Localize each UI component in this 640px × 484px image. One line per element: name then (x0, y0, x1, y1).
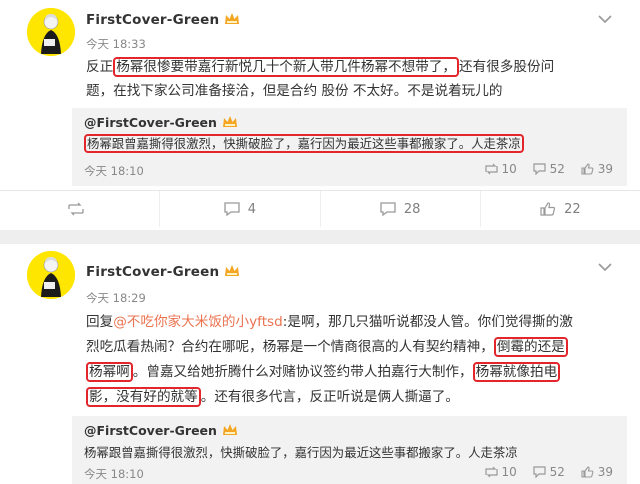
repost-username[interactable]: @FirstCover-Green (84, 423, 238, 438)
post-1: FirstCover-Green 今天 18:33 反正 杨幂很惨要带嘉行新悦几十… (0, 0, 640, 230)
repost-time[interactable]: 今天 18:10 (84, 466, 144, 482)
repost-stats: 10 52 39 (473, 162, 628, 176)
vip-badge-icon (225, 265, 240, 276)
like-count-button[interactable]: 39 (581, 465, 613, 479)
text-segment: 题，在找下家公司准备接洽，但是合约 股份 不太好。不是说着玩儿的 (86, 83, 503, 99)
repost-button[interactable] (0, 191, 159, 227)
like-count-button[interactable]: 39 (581, 162, 613, 176)
repost-card[interactable]: @FirstCover-Green 杨幂跟曾嘉撕得很激烈，快撕破脸了，嘉行因为最… (72, 108, 627, 186)
repost-count-button[interactable]: 10 (484, 465, 517, 479)
text-segment: :是啊，那几只猫听说都没人管。你们觉得撕的激 (282, 314, 573, 330)
post-text: 反正 杨幂很惨要带嘉行新悦几十个新人带几件杨幂不想带了， 还有很多股份问题，在找下家… (86, 55, 616, 103)
post-time[interactable]: 今天 18:33 (86, 36, 146, 52)
repost-time[interactable]: 今天 18:10 (84, 163, 144, 179)
highlight-box: 杨幂跟曾嘉撕得很激烈，快撕破脸了，嘉行因为最近这些事都搬家了。人走茶凉 (84, 134, 524, 153)
text-segment: 烈吃瓜看热闹？合约在哪呢，杨幂是一个情商很高的人有契约精神， (86, 339, 494, 355)
post-text: 回复@不吃你家大米饭的小yftsd:是啊，那几只猫听说都没人管。你们觉得撕的激烈… (86, 310, 616, 410)
vip-badge-icon (225, 13, 240, 24)
comment-icon (533, 466, 546, 479)
repost-username-label[interactable]: @FirstCover-Green (84, 115, 217, 130)
repost-icon (484, 163, 498, 175)
vip-badge-icon (222, 116, 237, 127)
comment-icon (533, 163, 546, 176)
like-button[interactable]: 22 (479, 191, 640, 227)
repost-count: 10 (501, 162, 517, 176)
repost-count: 10 (501, 465, 517, 479)
highlight-box: 杨幂就像拍电 (472, 362, 561, 382)
post-time[interactable]: 今天 18:29 (86, 290, 146, 306)
text-segment: 还有很多股份问 (459, 59, 555, 75)
thumbs-up-icon (581, 163, 594, 175)
comment-icon (380, 202, 396, 216)
highlight-box: 倒霉的还是 (493, 337, 568, 357)
post-2: FirstCover-Green 今天 18:29 回复@不吃你家大米饭的小yf… (0, 244, 640, 484)
thumbs-up-icon (540, 202, 556, 216)
username-label[interactable]: FirstCover-Green (86, 264, 219, 280)
comment-count: 52 (549, 465, 565, 479)
comment-count: 4 (247, 201, 257, 217)
comment-thread-button[interactable]: 28 (319, 191, 480, 227)
highlight-box: 杨幂很惨要带嘉行新悦几十个新人带几件杨幂不想带了， (113, 57, 460, 77)
avatar[interactable] (27, 251, 75, 299)
username[interactable]: FirstCover-Green (86, 12, 240, 28)
vip-badge-icon (222, 424, 237, 435)
like-count: 22 (564, 201, 581, 217)
repost-username-label[interactable]: @FirstCover-Green (84, 423, 217, 438)
text-segment: 反正 (86, 59, 114, 75)
text-segment: 。还有很多代言，反正听说是俩人撕逼了。 (200, 389, 460, 405)
repost-stats: 10 52 39 (473, 465, 628, 479)
post-separator (0, 230, 640, 244)
like-count: 39 (597, 465, 613, 479)
chevron-down-icon[interactable] (598, 14, 612, 24)
repost-card[interactable]: @FirstCover-Green 杨幂跟曾嘉撕得很激烈，快撕破脸了，嘉行因为最… (72, 416, 627, 484)
repost-text: 杨幂跟曾嘉撕得很激烈，快撕破脸了，嘉行因为最近这些事都搬家了。人走茶凉 (84, 134, 524, 153)
like-count: 39 (597, 162, 613, 176)
comment-count: 52 (549, 162, 565, 176)
text-segment: 。曾嘉又给她折腾什么对赌协议签约带人拍嘉行大制作， (132, 364, 473, 380)
username[interactable]: FirstCover-Green (86, 264, 240, 280)
comment-button[interactable]: 4 (159, 191, 319, 227)
username-label[interactable]: FirstCover-Green (86, 12, 219, 28)
avatar-figure-icon (27, 251, 75, 299)
avatar[interactable] (27, 8, 75, 56)
repost-username[interactable]: @FirstCover-Green (84, 115, 238, 130)
thumbs-up-icon (581, 466, 594, 478)
repost-icon (484, 466, 498, 478)
avatar-figure-icon (27, 8, 75, 56)
text-segment: 回复 (86, 314, 114, 330)
comment-count-button[interactable]: 52 (533, 162, 565, 176)
repost-icon (67, 202, 84, 216)
comment-icon (224, 202, 240, 216)
comment-count-button[interactable]: 52 (533, 465, 565, 479)
repost-count-button[interactable]: 10 (484, 162, 517, 176)
highlight-box: 杨幂啊 (86, 362, 133, 382)
mention-link[interactable]: @不吃你家大米饭的小yftsd (113, 314, 283, 330)
comment-count: 28 (403, 201, 421, 217)
action-bar: 4 28 22 (0, 190, 640, 227)
highlight-box: 影，没有好的就等 (86, 387, 201, 407)
repost-text: 杨幂跟曾嘉撕得很激烈，快撕破脸了，嘉行因为最近这些事都搬家了。人走茶凉 (84, 445, 518, 460)
chevron-down-icon[interactable] (598, 262, 612, 272)
